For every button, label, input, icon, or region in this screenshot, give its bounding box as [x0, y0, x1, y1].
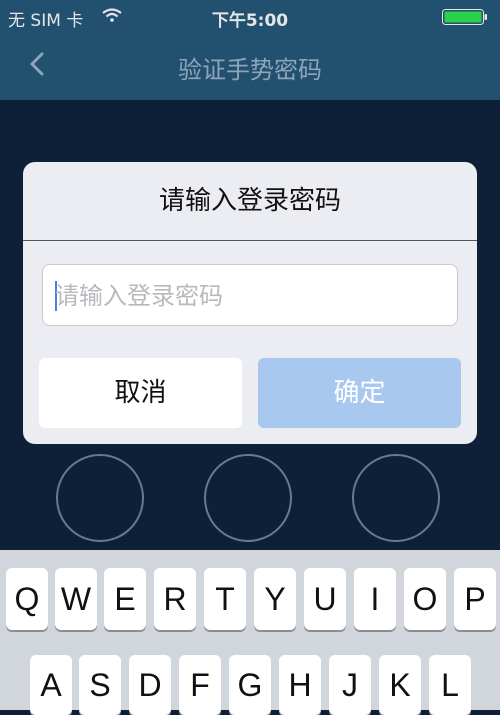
status-bar: 无 SIM 卡 下午5:00	[0, 0, 500, 34]
dialog-divider	[23, 240, 477, 241]
key-w[interactable]: W	[55, 568, 97, 630]
key-a[interactable]: A	[30, 655, 72, 715]
dialog-title: 请输入登录密码	[158, 186, 341, 216]
key-f[interactable]: F	[179, 655, 221, 715]
key-s[interactable]: S	[79, 655, 121, 715]
key-d[interactable]: D	[129, 655, 171, 715]
battery-icon	[442, 9, 487, 25]
key-l[interactable]: L	[429, 655, 471, 715]
confirm-button[interactable]: 确定	[258, 358, 461, 428]
password-dialog: 请输入登录密码 请输入登录密码 取消 确定	[23, 162, 477, 444]
key-p[interactable]: P	[454, 568, 496, 630]
navigation-bar: 无 SIM 卡 下午5:00 验证手势密码	[0, 0, 500, 100]
gesture-dot[interactable]	[204, 454, 292, 542]
key-o[interactable]: O	[404, 568, 446, 630]
key-j[interactable]: J	[329, 655, 371, 715]
key-g[interactable]: G	[229, 655, 271, 715]
key-e[interactable]: E	[104, 568, 146, 630]
key-i[interactable]: I	[354, 568, 396, 630]
gesture-dot[interactable]	[56, 454, 144, 542]
status-time: 下午5:00	[211, 11, 289, 31]
key-q[interactable]: Q	[6, 568, 48, 630]
key-k[interactable]: K	[379, 655, 421, 715]
cancel-button[interactable]: 取消	[39, 358, 242, 428]
key-t[interactable]: T	[204, 568, 246, 630]
gesture-dot[interactable]	[352, 454, 440, 542]
page-title: 验证手势密码	[178, 56, 322, 84]
keyboard: Q W E R T Y U I O P A S D F G H J K L	[0, 550, 500, 715]
password-input[interactable]: 请输入登录密码	[42, 264, 458, 326]
key-u[interactable]: U	[304, 568, 346, 630]
password-placeholder: 请输入登录密码	[55, 282, 223, 310]
key-y[interactable]: Y	[254, 568, 296, 630]
key-r[interactable]: R	[154, 568, 196, 630]
key-h[interactable]: H	[279, 655, 321, 715]
